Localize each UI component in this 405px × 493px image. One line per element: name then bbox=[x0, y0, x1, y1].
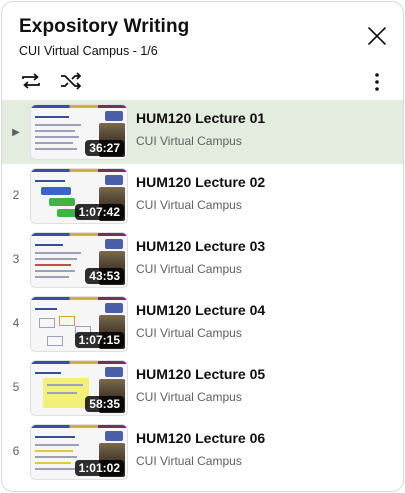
video-channel: CUI Virtual Campus bbox=[136, 454, 242, 468]
item-index: 4 bbox=[12, 316, 20, 330]
video-title[interactable]: HUM120 Lecture 05 bbox=[136, 366, 265, 382]
video-duration: 1:01:02 bbox=[74, 460, 124, 476]
item-index: 2 bbox=[12, 188, 20, 202]
item-index: 5 bbox=[12, 380, 20, 394]
close-button[interactable] bbox=[365, 24, 389, 48]
playlist-items: ▶ 36:27 HUM120 Lecture 01 CUI Virtual Ca… bbox=[2, 100, 403, 484]
now-playing-indicator: ▶ bbox=[12, 127, 20, 138]
video-duration: 36:27 bbox=[85, 140, 124, 156]
loop-icon bbox=[22, 73, 40, 89]
item-index: 6 bbox=[12, 444, 20, 458]
video-channel: CUI Virtual Campus bbox=[136, 326, 242, 340]
video-title[interactable]: HUM120 Lecture 04 bbox=[136, 302, 265, 318]
video-thumbnail[interactable]: 58:35 bbox=[30, 360, 128, 416]
playlist-item[interactable]: 6 1:01:02 HUM120 Lecture 06 CUI Virtual … bbox=[2, 420, 403, 484]
playlist-item[interactable]: ▶ 36:27 HUM120 Lecture 01 CUI Virtual Ca… bbox=[2, 100, 403, 164]
video-title[interactable]: HUM120 Lecture 01 bbox=[136, 110, 265, 126]
loop-button[interactable] bbox=[18, 68, 44, 94]
playlist-title: Expository Writing bbox=[19, 16, 190, 37]
item-index: 3 bbox=[12, 252, 20, 266]
video-title[interactable]: HUM120 Lecture 03 bbox=[136, 238, 265, 254]
video-duration: 58:35 bbox=[85, 396, 124, 412]
playlist-item[interactable]: 4 1:07:15 HUM120 Lecture 04 CUI Virtual … bbox=[2, 292, 403, 356]
playlist-subtitle[interactable]: CUI Virtual Campus - 1/6 bbox=[19, 44, 158, 58]
video-channel: CUI Virtual Campus bbox=[136, 390, 242, 404]
video-duration: 1:07:42 bbox=[74, 204, 124, 220]
playlist-item[interactable]: 3 43:53 HUM120 Lecture 03 CUI Virtual Ca… bbox=[2, 228, 403, 292]
more-vert-icon bbox=[375, 73, 379, 91]
playlist-panel: Expository Writing CUI Virtual Campus - … bbox=[1, 1, 404, 492]
video-channel: CUI Virtual Campus bbox=[136, 262, 242, 276]
video-thumbnail[interactable]: 43:53 bbox=[30, 232, 128, 288]
video-thumbnail[interactable]: 1:07:15 bbox=[30, 296, 128, 352]
playlist-item[interactable]: 5 58:35 HUM120 Lecture 05 CUI Virtual Ca… bbox=[2, 356, 403, 420]
playlist-header: Expository Writing CUI Virtual Campus - … bbox=[2, 2, 403, 100]
video-channel: CUI Virtual Campus bbox=[136, 198, 242, 212]
shuffle-icon bbox=[61, 72, 82, 90]
video-thumbnail[interactable]: 1:01:02 bbox=[30, 424, 128, 480]
video-duration: 43:53 bbox=[85, 268, 124, 284]
video-thumbnail[interactable]: 36:27 bbox=[30, 104, 128, 160]
video-title[interactable]: HUM120 Lecture 02 bbox=[136, 174, 265, 190]
playlist-item[interactable]: 2 1:07:42 HUM120 Lecture 02 CUI Virtual … bbox=[2, 164, 403, 228]
video-thumbnail[interactable]: 1:07:42 bbox=[30, 168, 128, 224]
video-title[interactable]: HUM120 Lecture 06 bbox=[136, 430, 265, 446]
shuffle-button[interactable] bbox=[58, 68, 84, 94]
close-icon bbox=[368, 27, 386, 45]
more-options-button[interactable] bbox=[365, 70, 389, 94]
video-channel: CUI Virtual Campus bbox=[136, 134, 242, 148]
video-duration: 1:07:15 bbox=[74, 332, 124, 348]
